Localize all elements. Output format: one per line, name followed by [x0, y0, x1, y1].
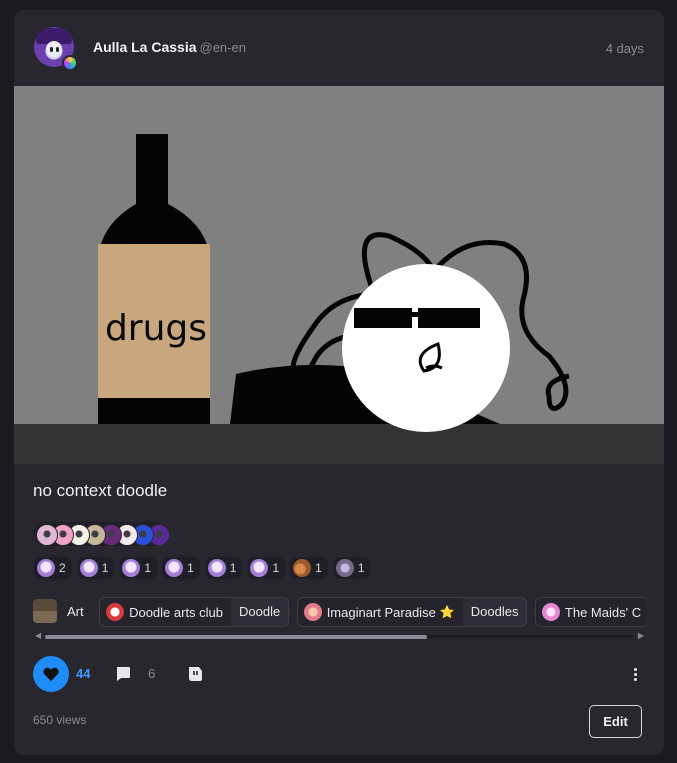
maids-community-icon — [541, 603, 560, 621]
post-time: 4 days — [605, 41, 644, 56]
post-image[interactable]: drugs — [14, 86, 664, 464]
tag-community-imaginart[interactable]: Imaginart Paradise ⭐ Doodles — [296, 597, 528, 627]
reaction-chip[interactable]: 2 — [34, 557, 72, 579]
tag-community-doodle-arts[interactable]: Doodle arts club Doodle — [99, 597, 290, 627]
reaction-chip[interactable]: 1 — [247, 557, 286, 579]
reaction-chip[interactable]: 1 — [290, 557, 328, 579]
ghost-emoji-icon — [122, 559, 141, 577]
reactor-avatar — [36, 524, 58, 546]
post-actions: 44 6 — [33, 656, 645, 692]
reaction-count: 2 — [59, 561, 66, 575]
author-name[interactable]: Aulla La Cassia @en-en — [93, 39, 246, 55]
reactor-avatars[interactable] — [34, 522, 170, 546]
tags-scrollbar[interactable]: ◀ ▶ — [33, 631, 646, 641]
tag-community-maids[interactable]: The Maids' C — [534, 597, 646, 627]
more-options-icon[interactable] — [625, 664, 645, 684]
imaginart-community-icon — [303, 603, 322, 621]
community-name: The Maids' C — [564, 604, 642, 620]
avatar-face — [46, 41, 62, 57]
avatar-eye — [50, 47, 53, 52]
comment-count[interactable]: 6 — [148, 666, 155, 681]
view-count: 650 views — [33, 713, 87, 727]
community-tag: Doodles — [462, 598, 527, 626]
post-header: Aulla La Cassia @en-en 4 days — [14, 10, 664, 86]
tag-art[interactable]: Art — [33, 597, 92, 625]
reaction-chip[interactable]: 1 — [162, 557, 200, 579]
like-button[interactable] — [33, 656, 69, 692]
share-icon[interactable] — [186, 665, 204, 683]
author-handle: @en-en — [199, 40, 246, 55]
heart-icon — [43, 667, 59, 681]
reaction-count: 1 — [357, 561, 365, 575]
ghost-emoji-icon — [207, 559, 226, 577]
tag-art-label: Art — [67, 603, 84, 619]
reaction-list: 2 1 1 1 1 1 1 1 — [34, 557, 371, 579]
author-display-name[interactable]: Aulla La Cassia — [93, 39, 197, 55]
reaction-count: 1 — [101, 561, 109, 575]
edit-button[interactable]: Edit — [589, 705, 642, 738]
scroll-left-arrow-icon[interactable]: ◀ — [35, 631, 41, 640]
squirrel-emoji-icon — [293, 559, 312, 577]
like-count[interactable]: 44 — [76, 666, 90, 681]
doodle-drawing: drugs — [14, 86, 664, 464]
post-title: no context doodle — [33, 481, 168, 500]
art-category-icon — [33, 599, 57, 623]
ghost-emoji-icon — [165, 559, 184, 577]
avatar-eye — [56, 47, 59, 52]
scrollbar-thumb[interactable] — [45, 635, 427, 639]
reaction-chip[interactable]: 1 — [332, 557, 371, 579]
ghost-emoji-icon — [79, 559, 98, 577]
tags-row: Art Doodle arts club Doodle Imaginart Pa… — [33, 597, 646, 627]
avatar-badge-icon — [62, 55, 78, 71]
reaction-count: 1 — [272, 561, 280, 575]
reaction-count: 1 — [187, 561, 194, 575]
community-name: Imaginart Paradise — [326, 604, 436, 620]
ghost-emoji-icon — [37, 559, 55, 577]
post-card: Aulla La Cassia @en-en 4 days drugs no c… — [14, 10, 664, 755]
community-tag: Doodle — [231, 598, 289, 626]
reaction-count: 1 — [315, 561, 322, 575]
mixed-emoji-icon — [335, 559, 354, 577]
reaction-chip[interactable]: 1 — [76, 557, 115, 579]
scroll-right-arrow-icon[interactable]: ▶ — [638, 631, 644, 640]
reaction-chip[interactable]: 1 — [204, 557, 243, 579]
community-name: Doodle arts club — [129, 604, 224, 620]
reaction-count: 1 — [229, 561, 237, 575]
bottle-label-text: drugs — [105, 308, 207, 349]
ghost-emoji-icon — [250, 559, 269, 577]
comment-icon[interactable] — [115, 666, 131, 682]
reaction-chip[interactable]: 1 — [119, 557, 158, 579]
star-icon: ⭐ — [439, 605, 455, 619]
reaction-count: 1 — [144, 561, 152, 575]
doodle-arts-community-icon — [106, 603, 125, 621]
